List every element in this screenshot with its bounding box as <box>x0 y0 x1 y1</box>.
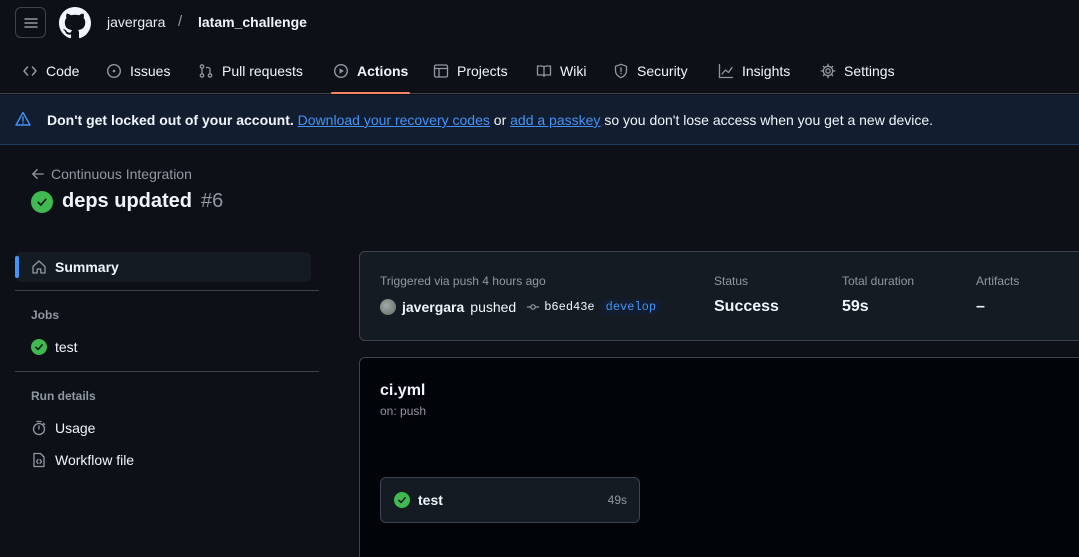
sidebar-job-label: test <box>55 339 78 355</box>
issue-icon <box>106 63 122 79</box>
back-to-workflow-link[interactable]: Continuous Integration <box>31 166 192 182</box>
tab-issues[interactable]: Issues <box>106 48 170 94</box>
action-text: pushed <box>470 299 517 315</box>
shield-icon <box>613 63 629 79</box>
tab-pull-requests[interactable]: Pull requests <box>198 48 303 94</box>
security-banner: Don't get locked out of your account. Do… <box>0 95 1079 145</box>
top-bar: javergara / latam_challenge <box>0 0 1079 46</box>
actor-name[interactable]: javergara <box>402 299 464 315</box>
github-logo-icon[interactable] <box>59 7 91 39</box>
tab-actions[interactable]: Actions <box>330 48 411 94</box>
duration-value: 59s <box>842 298 869 315</box>
graph-icon <box>718 63 734 79</box>
tab-label: Settings <box>844 63 895 79</box>
trigger-text: Triggered via push 4 hours ago <box>380 274 546 288</box>
tab-security[interactable]: Security <box>613 48 688 94</box>
run-title: deps updated #6 <box>31 190 223 213</box>
gear-icon <box>820 63 836 79</box>
sidebar-usage-label: Usage <box>55 420 96 436</box>
tab-insights[interactable]: Insights <box>718 48 790 94</box>
file-code-icon <box>31 452 47 468</box>
success-check-icon <box>394 492 410 508</box>
tab-code[interactable]: Code <box>22 48 79 94</box>
stopwatch-icon <box>31 420 47 436</box>
tab-label: Pull requests <box>222 63 303 79</box>
tab-label: Code <box>46 63 80 79</box>
banner-tail-text: so you don't lose access when you get a … <box>604 112 934 128</box>
workflow-file-name: ci.yml <box>380 382 426 399</box>
banner-or-text: or <box>493 112 507 128</box>
pull-request-icon <box>198 63 214 79</box>
sidebar-workflow-file-label: Workflow file <box>55 452 135 468</box>
sidebar-item-workflow-file[interactable]: Workflow file <box>31 452 134 468</box>
job-duration: 49s <box>607 493 627 507</box>
breadcrumb-repo[interactable]: latam_challenge <box>198 14 307 30</box>
sidebar-item-job-test[interactable]: test <box>31 339 78 355</box>
code-icon <box>22 63 38 79</box>
tab-wiki[interactable]: Wiki <box>536 48 586 94</box>
book-icon <box>536 63 552 79</box>
play-icon <box>333 63 349 79</box>
trigger-row: javergara pushed b6ed43e develop <box>380 299 662 315</box>
sidebar-item-usage[interactable]: Usage <box>31 420 95 436</box>
hamburger-icon <box>23 15 39 31</box>
menu-button[interactable] <box>15 7 46 38</box>
success-check-icon <box>31 339 47 355</box>
run-summary-card: Triggered via push 4 hours ago javergara… <box>359 251 1079 341</box>
back-link-label: Continuous Integration <box>51 166 192 182</box>
sidebar-run-details-heading: Run details <box>31 389 96 403</box>
run-number: #6 <box>201 190 224 212</box>
commit-sha-text: b6ed43e <box>544 300 595 314</box>
sidebar-jobs-heading: Jobs <box>31 308 60 322</box>
job-name: test <box>418 492 443 508</box>
tab-label: Security <box>637 63 688 79</box>
tab-label: Actions <box>357 63 409 79</box>
artifacts-value: – <box>976 298 985 315</box>
breadcrumb-owner[interactable]: javergara <box>107 14 165 30</box>
sidebar-divider <box>15 371 319 372</box>
commit-sha[interactable]: b6ed43e <box>526 300 595 314</box>
alert-icon <box>15 111 31 127</box>
run-title-text: deps updated <box>62 190 193 212</box>
home-icon <box>31 259 47 275</box>
arrow-left-icon <box>31 167 45 181</box>
avatar[interactable] <box>380 299 396 315</box>
recovery-codes-link[interactable]: Download your recovery codes <box>298 112 490 128</box>
table-icon <box>433 63 449 79</box>
artifacts-label: Artifacts <box>976 274 1020 288</box>
success-check-icon <box>31 190 53 213</box>
banner-bold-text: Don't get locked out of your account. <box>47 112 294 128</box>
tab-settings[interactable]: Settings <box>820 48 895 94</box>
job-card-test[interactable]: test 49s <box>380 477 640 523</box>
repo-tabs: Code Issues Pull requests Actions Projec… <box>0 48 1079 94</box>
banner-message: Don't get locked out of your account. Do… <box>47 112 933 128</box>
tab-label: Wiki <box>560 63 587 79</box>
tab-label: Insights <box>742 63 791 79</box>
status-value: Success <box>714 298 779 315</box>
add-passkey-link[interactable]: add a passkey <box>510 112 600 128</box>
branch-badge[interactable]: develop <box>600 299 662 315</box>
sidebar-summary-label: Summary <box>55 259 119 275</box>
duration-label: Total duration <box>842 274 915 288</box>
commit-icon <box>526 300 540 314</box>
sidebar-item-summary[interactable]: Summary <box>15 252 311 282</box>
tab-label: Issues <box>130 63 171 79</box>
status-label: Status <box>714 274 749 288</box>
workflow-trigger: on: push <box>380 404 427 418</box>
workflow-graph: ci.yml on: push test 49s <box>359 357 1079 557</box>
sidebar-divider <box>15 290 319 291</box>
tab-label: Projects <box>457 63 508 79</box>
breadcrumb-separator: / <box>178 13 183 30</box>
tab-projects[interactable]: Projects <box>433 48 508 94</box>
